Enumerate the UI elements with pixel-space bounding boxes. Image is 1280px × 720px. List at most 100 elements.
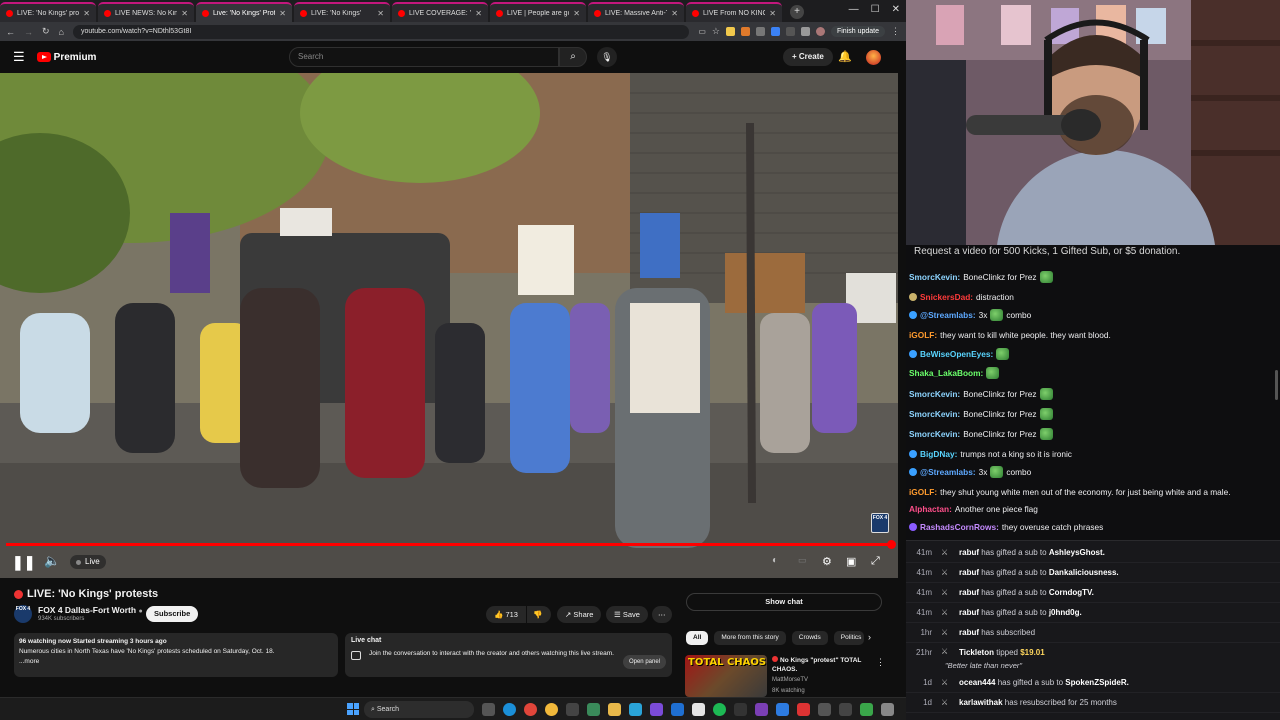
- youtube-logo[interactable]: Premium: [36, 52, 96, 63]
- app-icon[interactable]: [587, 703, 600, 716]
- maximize-icon[interactable]: ☐: [871, 4, 880, 15]
- app-icon[interactable]: [629, 703, 642, 716]
- create-button[interactable]: + Create: [783, 48, 833, 66]
- browser-tab[interactable]: LIVE: Massive Anti-Trum✕: [588, 2, 684, 22]
- extension-icon[interactable]: [740, 27, 750, 36]
- chat-username[interactable]: BigDNay:: [920, 448, 957, 460]
- recommendation-thumbnail[interactable]: TOTAL CHAOS: [685, 655, 767, 697]
- browser-tab[interactable]: LIVE | People are go ✕: [490, 2, 586, 22]
- windows-start-icon[interactable]: [347, 703, 359, 715]
- event-user[interactable]: rabuf: [959, 588, 979, 597]
- channel-avatar[interactable]: FOX 4: [14, 605, 32, 623]
- event-user[interactable]: rabuf: [959, 568, 979, 577]
- app-icon[interactable]: [734, 703, 747, 716]
- recommendation-title[interactable]: No Kings "protest" TOTAL CHAOS.: [772, 656, 872, 674]
- chat-username[interactable]: Shaka_LakaBoom:: [909, 367, 983, 379]
- minimize-icon[interactable]: —: [849, 4, 859, 15]
- profile-avatar-icon[interactable]: [815, 27, 825, 36]
- progress-scrubber[interactable]: [887, 540, 896, 549]
- share-button[interactable]: ↗ Share: [557, 606, 602, 623]
- reload-icon[interactable]: ↻: [42, 26, 50, 37]
- chat-username[interactable]: SmorcKevin:: [909, 428, 960, 440]
- chrome-icon[interactable]: [524, 703, 537, 716]
- chat-username[interactable]: iGOLF:: [909, 329, 937, 341]
- event-user[interactable]: rabuf: [959, 608, 979, 617]
- extension-icon[interactable]: [770, 27, 780, 36]
- app-icon[interactable]: [797, 703, 810, 716]
- chip-politics[interactable]: Politics: [833, 631, 864, 645]
- browser-tab[interactable]: LIVE COVERAGE: 'No K✕: [392, 2, 488, 22]
- event-user[interactable]: Tickleton: [959, 648, 994, 657]
- taskbar-search[interactable]: ⌕ Search: [364, 701, 474, 718]
- event-user[interactable]: ocean444: [959, 678, 995, 687]
- extension-icon[interactable]: [755, 27, 765, 36]
- chrome-icon[interactable]: [545, 703, 558, 716]
- back-icon[interactable]: ←: [6, 27, 15, 37]
- autoplay-toggle-icon[interactable]: ◐: [772, 555, 778, 566]
- notifications-bell-icon[interactable]: 🔔: [838, 50, 852, 63]
- chat-username[interactable]: SnickersDad:: [920, 291, 973, 303]
- app-icon[interactable]: [671, 703, 684, 716]
- extension-icon[interactable]: [725, 27, 735, 36]
- description-more-link[interactable]: ...more: [19, 657, 333, 667]
- more-vertical-icon[interactable]: ⋮: [876, 657, 885, 668]
- onenote-icon[interactable]: [755, 703, 768, 716]
- captions-icon[interactable]: ▭: [798, 555, 807, 566]
- bookmark-star-icon[interactable]: ☆: [712, 26, 720, 37]
- chat-username[interactable]: Alphactan:: [909, 503, 952, 515]
- chat-scrollbar[interactable]: [1275, 370, 1278, 400]
- chip-all[interactable]: All: [686, 631, 709, 645]
- spotify-icon[interactable]: [713, 703, 726, 716]
- new-tab-icon[interactable]: +: [790, 5, 804, 19]
- account-avatar[interactable]: [866, 50, 881, 65]
- close-tab-icon[interactable]: ✕: [279, 9, 286, 18]
- extension-icon[interactable]: [785, 27, 795, 36]
- more-vertical-icon[interactable]: ⋮: [891, 26, 900, 37]
- chat-username[interactable]: BeWiseOpenEyes:: [920, 348, 993, 360]
- search-button[interactable]: ⌕: [559, 47, 587, 67]
- browser-tab[interactable]: LIVE: 'No Kings' protests✕: [0, 2, 96, 22]
- task-view-icon[interactable]: [482, 703, 495, 716]
- miniplayer-icon[interactable]: ▣: [846, 555, 856, 568]
- search-input[interactable]: Search: [289, 47, 559, 67]
- open-panel-button[interactable]: Open panel: [622, 655, 666, 669]
- close-tab-icon[interactable]: ✕: [671, 9, 678, 18]
- app-icon[interactable]: [776, 703, 789, 716]
- cast-icon[interactable]: ▭: [698, 27, 706, 36]
- channel-name[interactable]: FOX 4 Dallas-Fort Worth ●: [38, 605, 143, 615]
- menu-icon[interactable]: ☰: [13, 49, 25, 65]
- save-button[interactable]: ☰ Save: [606, 606, 648, 623]
- progress-bar[interactable]: [6, 543, 893, 546]
- chat-username[interactable]: SmorcKevin:: [909, 408, 960, 420]
- app-icon[interactable]: [818, 703, 831, 716]
- show-chat-button[interactable]: Show chat: [686, 593, 882, 611]
- chat-username[interactable]: SmorcKevin:: [909, 388, 960, 400]
- chat-username[interactable]: @Streamlabs:: [920, 466, 976, 478]
- live-badge[interactable]: Live: [70, 555, 106, 569]
- app-icon[interactable]: [881, 703, 894, 716]
- close-tab-icon[interactable]: ✕: [573, 9, 580, 18]
- settings-gear-icon[interactable]: ⚙: [822, 555, 832, 568]
- home-icon[interactable]: ⌂: [59, 27, 64, 37]
- volume-icon[interactable]: 🔈: [44, 553, 60, 569]
- close-tab-icon[interactable]: ✕: [377, 9, 384, 18]
- chat-username[interactable]: @Streamlabs:: [920, 309, 976, 321]
- app-icon[interactable]: [650, 703, 663, 716]
- subscribe-button[interactable]: Subscribe: [146, 606, 199, 622]
- browser-tab-active[interactable]: Live: 'No Kings' Protests✕: [196, 2, 292, 22]
- chip-crowds[interactable]: Crowds: [791, 631, 828, 645]
- app-icon[interactable]: [839, 703, 852, 716]
- dislike-button[interactable]: 👎: [527, 606, 551, 623]
- browser-tab[interactable]: LIVE NEWS: No Kings p✕: [98, 2, 194, 22]
- chat-username[interactable]: SmorcKevin:: [909, 271, 960, 283]
- edge-icon[interactable]: [503, 703, 516, 716]
- browser-tab[interactable]: LIVE From NO KINGS D✕: [686, 2, 782, 22]
- more-actions-button[interactable]: ⋯: [652, 606, 672, 623]
- url-field[interactable]: youtube.com/watch?v=NDthl53Gt8I: [72, 24, 690, 39]
- close-tab-icon[interactable]: ✕: [181, 9, 188, 18]
- voice-search-button[interactable]: 🎙: [597, 47, 617, 67]
- browser-tab[interactable]: LIVE: 'No Kings' ✕: [294, 2, 390, 22]
- fullscreen-icon[interactable]: ⤢: [871, 555, 880, 568]
- app-icon[interactable]: [692, 703, 705, 716]
- close-tab-icon[interactable]: ✕: [475, 9, 482, 18]
